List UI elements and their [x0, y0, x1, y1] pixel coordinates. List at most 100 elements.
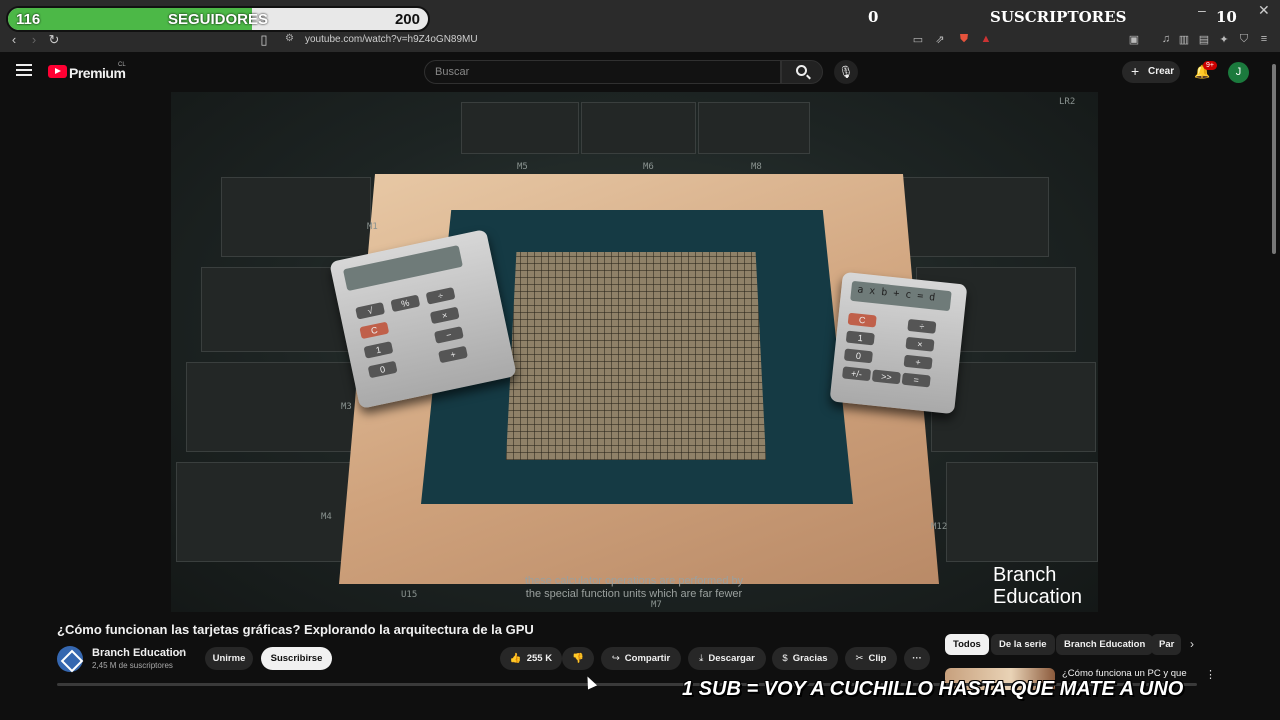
memory-chip — [221, 177, 371, 257]
reload-icon[interactable]: ↻ — [46, 32, 62, 48]
youtube-masthead: Premium CL Buscar 🎙 + Crear 🔔 9+ J — [0, 52, 1280, 92]
calculator-key: = — [901, 372, 931, 388]
memory-chip — [698, 102, 810, 154]
subscribers-counter: 0 SUSCRIPTORES 10 — [830, 4, 1250, 28]
scrollbar-thumb[interactable] — [1272, 64, 1276, 254]
calculator-key: 0 — [843, 348, 873, 364]
followers-current: 116 — [16, 11, 41, 28]
calculator-key: +/- — [842, 366, 872, 382]
mouse-cursor-icon — [582, 674, 598, 690]
followers-label: SEGUIDORES — [168, 11, 269, 28]
browser-nav-row: ‹ › ↻ ▯ ⚙ youtube.com/watch?v=h9Z4oGN89M… — [0, 30, 1280, 52]
search-placeholder: Buscar — [435, 66, 470, 78]
share-label: Compartir — [624, 653, 671, 664]
pcb-label: M7 — [651, 600, 662, 610]
youtube-premium-logo[interactable]: Premium — [69, 65, 126, 81]
site-info-icon[interactable]: ⚙ — [285, 33, 294, 44]
dislike-button[interactable]: 👎 — [562, 647, 594, 670]
calculator-key: + — [438, 345, 468, 364]
page-scrollbar[interactable] — [1270, 56, 1278, 686]
brave-shield-icon[interactable]: ⛊ — [956, 33, 972, 46]
more-actions-button[interactable]: ··· — [904, 647, 930, 670]
calculator-key: >> — [871, 369, 901, 385]
hamburger-menu-icon[interactable] — [16, 64, 32, 76]
pcb-label: M1 — [367, 222, 378, 232]
search-input[interactable]: Buscar — [424, 60, 781, 84]
branch-education-watermark: Branch Education — [993, 564, 1082, 608]
calculator-key: − — [433, 326, 464, 344]
channel-avatar[interactable] — [57, 646, 83, 672]
like-count: 255 K — [526, 653, 553, 664]
chip-series[interactable]: De la serie — [991, 634, 1055, 655]
menu-icon[interactable]: ≡ — [1256, 33, 1272, 45]
account-avatar[interactable]: J — [1228, 62, 1249, 83]
share-page-icon[interactable]: ⇗ — [932, 33, 948, 46]
subscribers-goal: 10 — [1216, 8, 1237, 26]
watermark-line: Branch — [993, 564, 1057, 586]
bookmark-icon[interactable]: ▯ — [256, 32, 272, 48]
memory-chip — [946, 462, 1098, 562]
share-button[interactable]: ↪ Compartir — [601, 647, 681, 670]
thanks-button[interactable]: $ Gracias — [772, 647, 838, 670]
calculator-key: × — [905, 336, 935, 352]
caption-line: the special function units which are far… — [525, 588, 743, 600]
kebab-menu-icon[interactable]: ⋮ — [1205, 668, 1216, 681]
sidebar-icon[interactable]: ▥ — [1176, 33, 1192, 46]
clip-button[interactable]: ✂ Clip — [845, 647, 897, 670]
vpn-icon[interactable]: ⛉ — [1236, 33, 1252, 46]
channel-name[interactable]: Branch Education — [92, 647, 186, 659]
join-label: Unirme — [212, 653, 246, 664]
gpu-die — [506, 252, 766, 460]
video-player[interactable]: √ % ÷ C × 1 − 0 + a x b + c = d C ÷ 1 × … — [171, 92, 1098, 612]
create-button[interactable]: + Crear — [1122, 61, 1180, 83]
chip-channel[interactable]: Branch Education — [1056, 634, 1154, 655]
youtube-logo-icon[interactable] — [48, 65, 67, 78]
forward-icon[interactable]: › — [26, 32, 42, 47]
memory-chip — [581, 102, 696, 154]
calculator-right: a x b + c = d C ÷ 1 × 0 + +/- >> = — [829, 271, 968, 415]
close-icon[interactable]: ✕ — [1258, 2, 1270, 19]
chip-partial[interactable]: Par — [1151, 634, 1181, 655]
minimize-icon[interactable]: – — [1198, 2, 1206, 18]
calculator-key: 1 — [363, 341, 394, 359]
back-icon[interactable]: ‹ — [6, 32, 22, 47]
verified-icon: ✔ — [178, 647, 186, 657]
wallet-icon[interactable]: ▤ — [1196, 33, 1212, 46]
search-icon — [796, 65, 807, 76]
pcb-label: M6 — [643, 162, 654, 172]
address-bar[interactable]: youtube.com/watch?v=h9Z4oGN89MU — [305, 34, 478, 45]
like-button[interactable]: 👍 255 K — [500, 647, 562, 670]
calculator-key: 1 — [845, 330, 875, 346]
subscribers-current: 0 — [868, 8, 879, 26]
ai-icon[interactable]: ✦ — [1216, 33, 1232, 46]
scissors-icon: ✂ — [855, 653, 864, 664]
chevron-right-icon[interactable]: › — [1190, 637, 1194, 651]
pcb-label: M4 — [321, 512, 332, 522]
pcb-label: M3 — [341, 402, 352, 412]
chip-all[interactable]: Todos — [945, 634, 989, 655]
download-button[interactable]: ⤓ Descargar — [688, 647, 766, 670]
calculator-key: × — [429, 306, 460, 325]
tab-icon[interactable]: ▣ — [1126, 33, 1142, 46]
rewards-icon[interactable]: ▲ — [978, 33, 994, 45]
calculator-key: ÷ — [907, 318, 937, 334]
cast-icon[interactable]: ▭ — [910, 33, 926, 46]
calculator-key: % — [390, 294, 421, 313]
calculator-key: √ — [355, 302, 386, 320]
more-icon: ··· — [912, 653, 922, 664]
channel-subscriber-count: 2,45 M de suscriptores — [92, 661, 173, 670]
followers-goal-bar: 116 SEGUIDORES 200 — [6, 6, 430, 32]
subscribe-label: Suscribirse — [270, 653, 323, 664]
thanks-icon: $ — [782, 653, 788, 664]
video-caption: these calculator operations are performe… — [489, 575, 779, 601]
memory-chip — [899, 177, 1049, 257]
create-label: Crear — [1148, 66, 1175, 77]
pcb-label: LR2 — [1059, 97, 1076, 107]
search-button[interactable] — [781, 60, 823, 84]
stream-overlay-banner: 1 SUB = VOY A CUCHILLO HASTA QUE MATE A … — [682, 678, 1184, 700]
voice-search-icon[interactable]: 🎙 — [834, 60, 858, 84]
country-code: CL — [118, 62, 126, 68]
subscribe-button[interactable]: Suscribirse — [261, 647, 332, 670]
join-button[interactable]: Unirme — [205, 647, 253, 670]
music-icon[interactable]: ♫ — [1158, 33, 1174, 45]
